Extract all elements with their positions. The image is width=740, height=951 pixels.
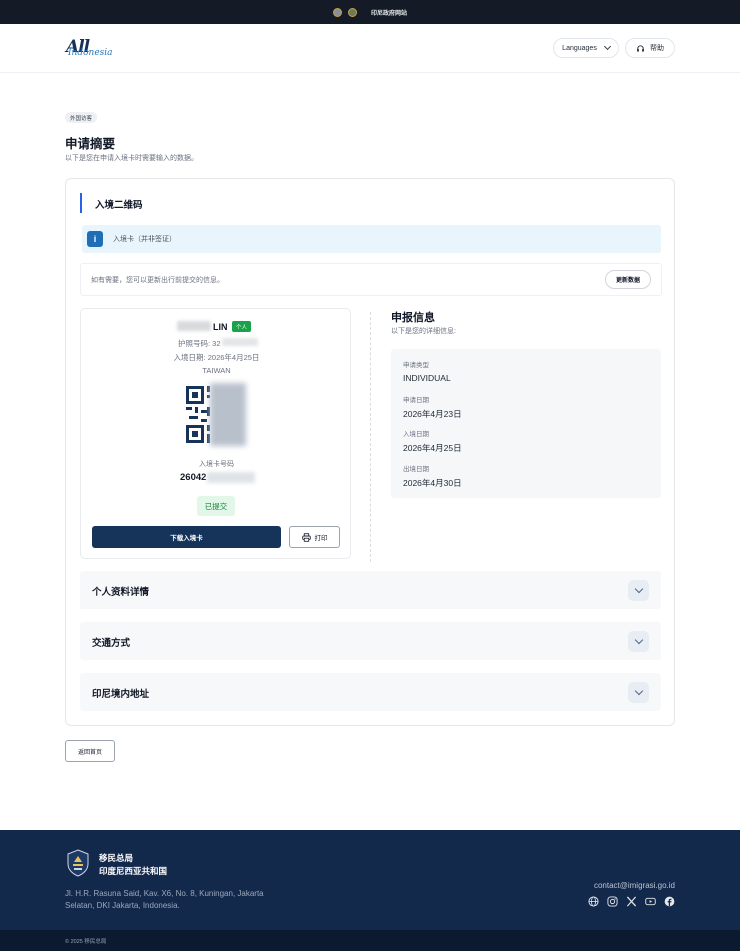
info-banner-text: 入境卡（并非签证） [113,236,176,243]
field-label-application-type: 申请类型 [403,362,429,369]
accordion-title: 交通方式 [92,638,131,649]
facebook-icon[interactable] [664,896,675,907]
redacted-name [177,321,211,331]
section-title: 入境二维码 [95,200,143,211]
garuda-seal-icon [332,7,342,17]
field-value-application-date: 2026年4月23日 [403,409,462,419]
section-accent-bar [80,193,82,213]
chevron-down-icon [634,584,643,594]
card-number-label: 入境卡号码 [199,461,234,468]
download-card-button[interactable]: 下载入境卡 [92,526,281,548]
expand-button[interactable] [628,631,649,652]
immigration-emblem-icon [67,849,89,877]
print-button[interactable]: 打印 [289,526,340,548]
panel-divider [370,312,371,562]
footer-address: Jl. H.R. Rasuna Said, Kav. X6, No. 8, Ku… [65,889,264,910]
field-label-arrival-date: 入境日期 [403,431,429,438]
accordion-title: 印尼境内地址 [92,689,150,700]
page-title: 申请摘要 [65,137,116,151]
chevron-down-icon [634,635,643,645]
update-data-button[interactable]: 更新数据 [605,270,651,289]
card-number: 26042 [180,472,207,483]
entry-date-line: 入境日期: 2026年4月25日 [173,353,260,362]
status-badge: 已提交 [197,496,235,516]
traveler-name: LIN [213,322,228,332]
update-data-row: 如有需要，您可以更新出行前提交的信息。 更新数据 [80,263,662,296]
redacted-qr-area [210,383,246,446]
visitor-type-badge: 外国访客 [65,112,98,123]
print-label: 打印 [314,535,328,542]
site-footer: 移民总局 印度尼西亚共和国 Jl. H.R. Rasuna Said, Kav.… [0,830,740,930]
globe-icon[interactable] [588,896,599,907]
info-banner: i 入境卡（并非签证） [82,225,661,253]
declaration-subtitle: 以下是您的详细信息: [391,328,456,335]
site-header: All Indonesia Languages 帮助 [0,24,740,73]
redacted-card-number [207,472,255,483]
arrival-card-panel: LIN 个人 护照号码: 32 入境日期: 2026年4月25日 TAIWAN … [80,308,351,559]
social-links [588,896,675,907]
field-value-arrival-date: 2026年4月25日 [403,443,462,453]
field-value-departure-date: 2026年4月30日 [403,478,462,488]
page-subtitle: 以下是您在申请入境卡时需要输入的数据。 [65,155,198,162]
immigration-seal-icon [347,7,357,17]
nationality: TAIWAN [202,366,231,375]
passport-number: 护照号码: 32 [178,339,221,348]
copyright-bar: © 2025 移民总局 [0,930,740,951]
footer-org-name: 移民总局 [99,853,134,863]
accordion-title: 个人资料详情 [92,587,150,598]
info-icon: i [87,231,103,247]
help-label: 帮助 [650,45,664,52]
instagram-icon[interactable] [607,896,618,907]
back-home-button[interactable]: 返回首页 [65,740,115,762]
declaration-title: 申报信息 [391,312,435,324]
copyright-text: © 2025 移民总局 [65,939,107,945]
declaration-details: 申请类型 INDIVIDUAL 申请日期 2026年4月23日 入境日期 202… [391,349,661,498]
logo-indonesia-text: Indonesia [68,48,113,58]
chevron-down-icon [634,686,643,696]
expand-button[interactable] [628,580,649,601]
help-button[interactable]: 帮助 [625,38,675,58]
expand-button[interactable] [628,682,649,703]
x-icon[interactable] [626,896,637,907]
field-label-departure-date: 出境日期 [403,466,429,473]
gov-site-label: 印尼政府网站 [370,10,407,17]
footer-email-link[interactable]: contact@imigrasi.go.id [594,881,675,890]
field-value-application-type: INDIVIDUAL [403,373,451,383]
summary-card: 入境二维码 i 入境卡（并非签证） 如有需要，您可以更新出行前提交的信息。 更新… [65,178,675,726]
accordion-transportation[interactable]: 交通方式 [80,622,661,660]
languages-label: Languages [562,44,597,52]
all-indonesia-logo[interactable]: All Indonesia [66,37,126,61]
printer-icon [301,532,311,542]
headset-icon [637,44,644,52]
accordion-personal-details[interactable]: 个人资料详情 [80,571,661,609]
update-data-text: 如有需要，您可以更新出行前提交的信息。 [91,277,224,284]
youtube-icon[interactable] [645,896,656,907]
chevron-down-icon [603,42,611,51]
redacted-passport [222,338,258,346]
languages-button[interactable]: Languages [553,38,619,58]
footer-org-country: 印度尼西亚共和国 [99,866,168,876]
field-label-application-date: 申请日期 [403,397,429,404]
gov-topbar: 印尼政府网站 [0,0,740,24]
accordion-indonesia-address[interactable]: 印尼境内地址 [80,673,661,711]
individual-badge: 个人 [232,321,252,332]
